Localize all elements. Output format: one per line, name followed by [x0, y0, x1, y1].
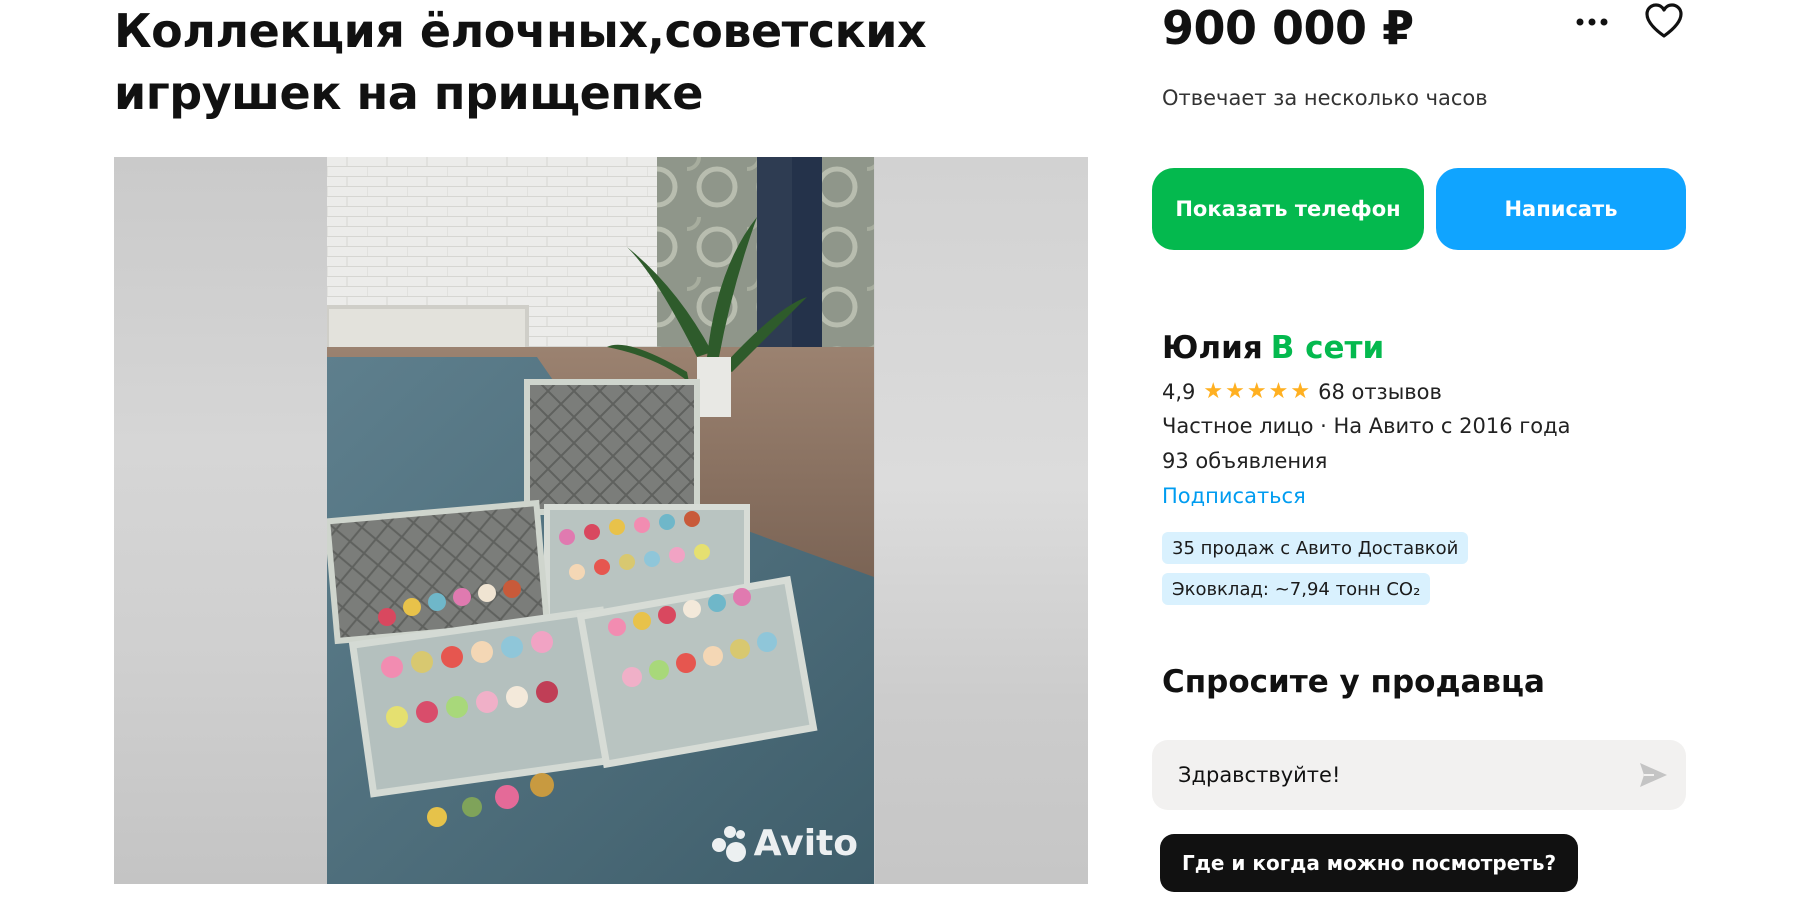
ask-seller-heading: Спросите у продавца [1162, 664, 1545, 700]
star-icon: ★ [1225, 379, 1245, 404]
quick-question-button[interactable]: Где и когда можно посмотреть? [1160, 834, 1579, 892]
subscribe-link[interactable]: Подписаться [1162, 484, 1306, 508]
watermark-text: Avito [753, 823, 858, 864]
gallery-blur-right [875, 157, 1088, 884]
star-icon: ★ [1203, 379, 1224, 404]
gallery-blur-left [114, 157, 327, 884]
seller-rating-row: 4,9 ★ ★ ★ ★ ★ 68 отзывов [1162, 380, 1442, 404]
listing-title-line1: Коллекция ёлочных,советских [114, 4, 927, 58]
seller-name[interactable]: Юлия [1162, 330, 1263, 366]
online-status: В сети [1270, 330, 1385, 366]
reply-time: Отвечает за несколько часов [1162, 86, 1488, 110]
avito-logo-icon [711, 825, 748, 862]
listing-title: Коллекция ёлочных,советских игрушек на п… [114, 0, 1014, 124]
star-icon: ★ [1246, 379, 1267, 404]
delivery-badge: 35 продаж с Авито Доставкой [1162, 532, 1469, 564]
heart-outline-icon[interactable] [1644, 2, 1684, 42]
avito-watermark: Avito [711, 823, 858, 864]
message-input[interactable] [1152, 740, 1686, 810]
star-icon: ★ [1290, 379, 1311, 404]
reviews-link[interactable]: 68 отзывов [1318, 380, 1442, 404]
send-icon[interactable] [1636, 758, 1670, 792]
seller-name-row: Юлия В сети [1162, 330, 1384, 366]
photo-gallery[interactable]: Avito [114, 157, 1088, 884]
star-icon: ★ [1268, 379, 1289, 404]
rating-stars: ★ ★ ★ ★ ★ [1203, 381, 1310, 403]
more-dots-icon[interactable] [1572, 12, 1612, 32]
photo-illustration [327, 157, 874, 884]
listing-photo[interactable] [327, 157, 874, 884]
seller-listings-count[interactable]: 93 объявления [1162, 449, 1327, 473]
listing-price: 900 000 ₽ [1162, 1, 1414, 55]
seller-type-since: Частное лицо · На Авито с 2016 года [1162, 414, 1571, 438]
listing-title-line2: игрушек на прищепке [114, 66, 704, 120]
write-message-button[interactable]: Написать [1436, 168, 1686, 250]
show-phone-button[interactable]: Показать телефон [1152, 168, 1424, 250]
rating-value: 4,9 [1162, 380, 1196, 404]
eco-badge: Эковклад: ~7,94 тонн CO₂ [1162, 573, 1431, 605]
